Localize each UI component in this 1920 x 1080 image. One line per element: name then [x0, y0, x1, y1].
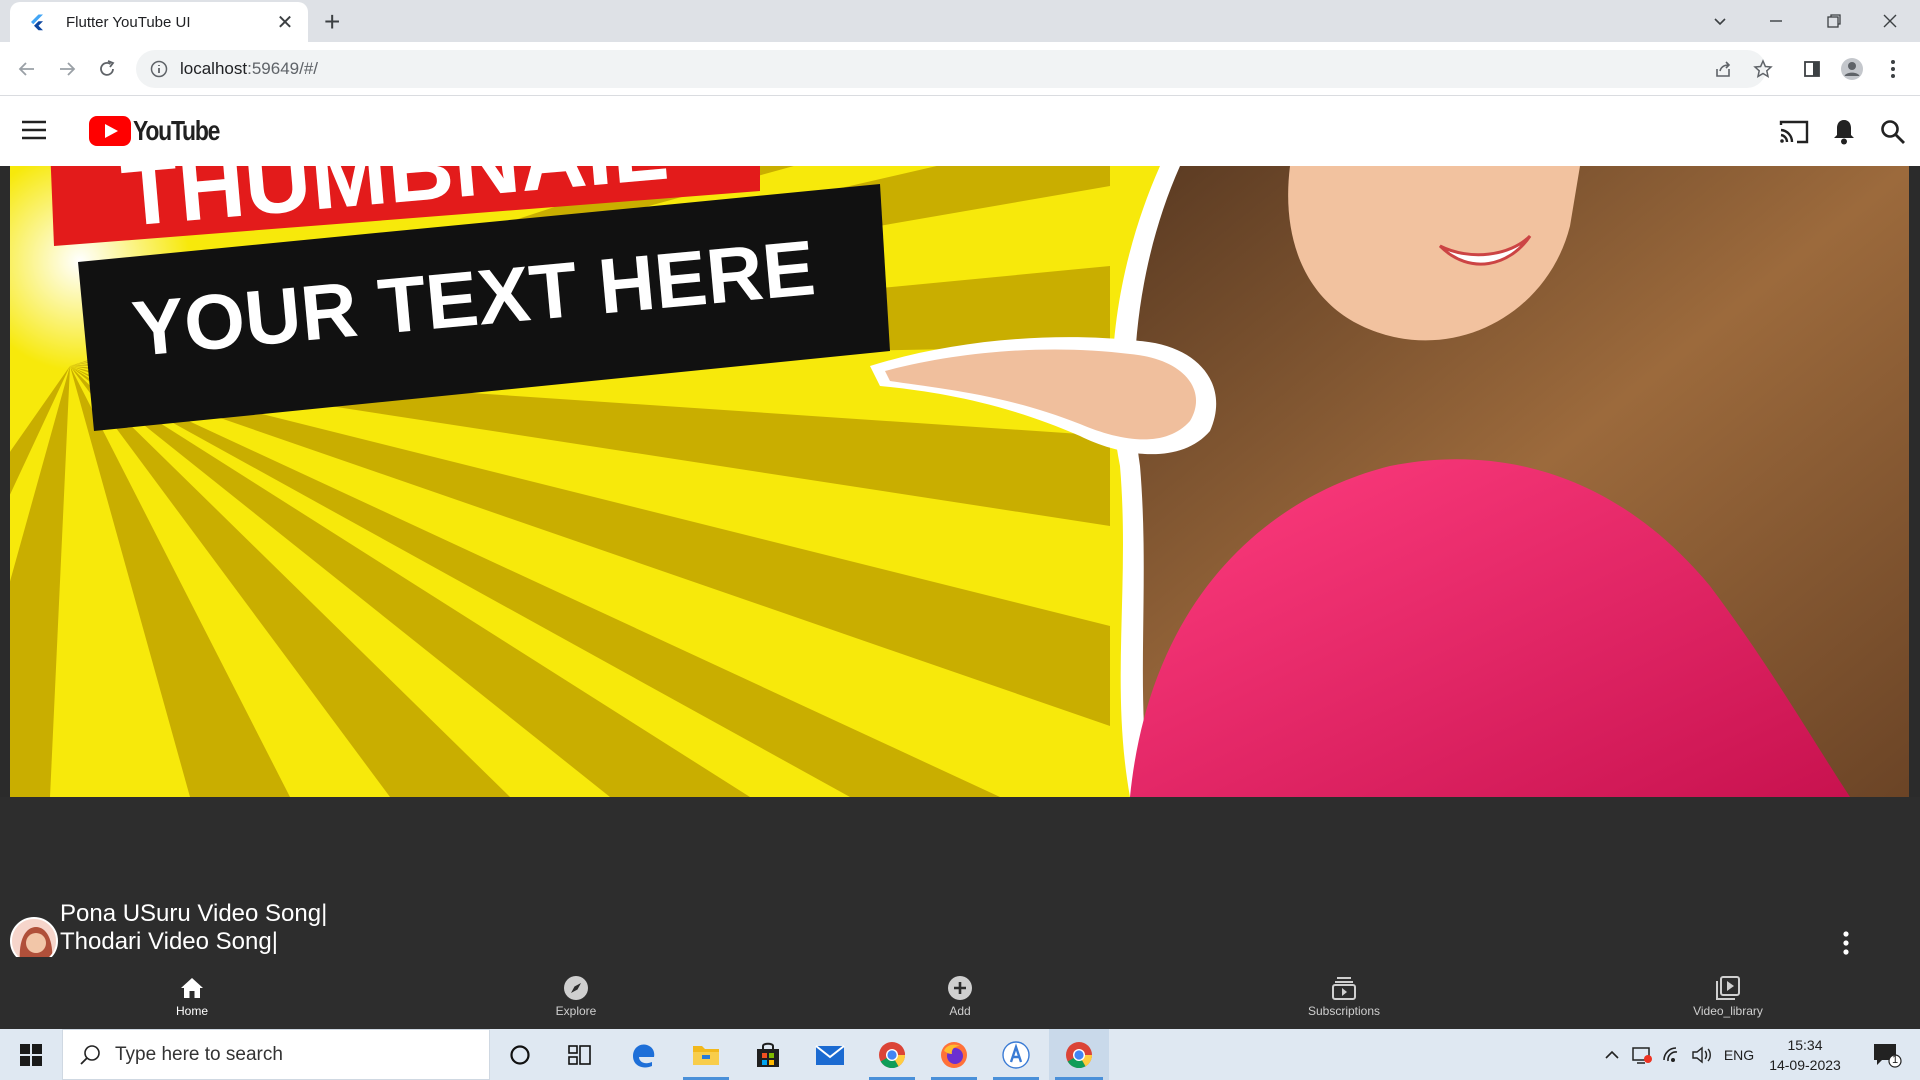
- tab-search-icon[interactable]: [1692, 0, 1748, 42]
- restore-icon[interactable]: [1806, 0, 1862, 42]
- video-title-line1: Pona USuru Video Song|: [60, 900, 328, 927]
- nav-home[interactable]: Home: [117, 957, 267, 1029]
- share-icon[interactable]: [1710, 56, 1736, 82]
- nav-subscriptions-label: Subscriptions: [1307, 1004, 1381, 1018]
- nav-home-label: Home: [175, 1004, 208, 1018]
- chrome-icon[interactable]: [863, 1029, 921, 1080]
- back-icon[interactable]: [10, 52, 44, 86]
- profile-avatar-icon[interactable]: [1839, 56, 1865, 82]
- app-bar: YouTube: [0, 96, 1920, 166]
- site-info-icon[interactable]: [150, 60, 168, 78]
- tab-close-icon[interactable]: ✕: [274, 10, 296, 35]
- nav-video-library[interactable]: Video_library: [1653, 957, 1803, 1029]
- subscriptions-icon: [1330, 974, 1358, 1002]
- nav-add[interactable]: Add: [885, 957, 1035, 1029]
- taskbar-search-icon: [80, 1044, 100, 1065]
- notification-center-icon[interactable]: 1: [1862, 1029, 1912, 1080]
- browser-tabstrip: Flutter YouTube UI ✕ +: [0, 0, 1920, 42]
- minimize-icon[interactable]: [1748, 0, 1804, 42]
- youtube-logo[interactable]: YouTube: [89, 115, 238, 147]
- new-tab-icon[interactable]: +: [324, 6, 340, 38]
- browser-tab[interactable]: Flutter YouTube UI ✕: [10, 2, 308, 42]
- video-details: Pona USuru Video Song| Thodari Video Son…: [0, 797, 1920, 965]
- video-title-line2: Thodari Video Song|: [60, 928, 278, 955]
- bookmark-star-icon[interactable]: [1750, 56, 1776, 82]
- hamburger-menu-icon[interactable]: [20, 118, 48, 147]
- close-window-icon[interactable]: [1862, 0, 1918, 42]
- side-panel-icon[interactable]: [1799, 56, 1825, 82]
- tab-title: Flutter YouTube UI: [66, 13, 191, 31]
- logo-text: YouTube: [133, 115, 220, 146]
- bottom-navigation: Home Explore Add Subscriptions Video_lib…: [0, 957, 1920, 1029]
- nav-subscriptions[interactable]: Subscriptions: [1269, 957, 1419, 1029]
- cortana-icon[interactable]: [491, 1029, 549, 1080]
- taskbar-search-box[interactable]: Type here to search: [62, 1029, 490, 1080]
- file-explorer-icon[interactable]: [677, 1029, 735, 1080]
- home-icon: [178, 974, 206, 1002]
- explore-icon: [562, 974, 590, 1002]
- youtube-play-icon: [89, 116, 131, 146]
- cast-icon[interactable]: [1779, 119, 1809, 150]
- windows-start-icon[interactable]: [2, 1029, 60, 1080]
- search-icon[interactable]: [1880, 119, 1906, 150]
- task-view-icon[interactable]: [551, 1029, 609, 1080]
- clock-time: 15:34: [1787, 1036, 1823, 1053]
- reload-icon[interactable]: [90, 52, 124, 86]
- video-thumbnail[interactable]: THUMBNAIL YOUR TEXT HERE: [10, 166, 1909, 797]
- vscode-icon[interactable]: [987, 1029, 1045, 1080]
- firefox-icon[interactable]: [925, 1029, 983, 1080]
- address-bar[interactable]: localhost:59649/#/: [136, 50, 1766, 88]
- forward-icon[interactable]: [50, 52, 84, 86]
- windows-taskbar: Type here to search ENG 15:34 14-09-2023…: [0, 1029, 1920, 1080]
- flutter-icon: [31, 14, 43, 31]
- nav-add-label: Add: [949, 1004, 971, 1018]
- add-circle-icon: [946, 974, 974, 1002]
- microsoft-store-icon[interactable]: [739, 1029, 797, 1080]
- chrome-active-icon[interactable]: [1049, 1029, 1109, 1080]
- volume-icon[interactable]: [1687, 1029, 1717, 1080]
- wifi-icon[interactable]: [1657, 1029, 1687, 1080]
- language-indicator[interactable]: ENG: [1719, 1029, 1759, 1080]
- clock-date: 14-09-2023: [1769, 1056, 1841, 1073]
- nav-explore[interactable]: Explore: [501, 957, 651, 1029]
- url-text: localhost:59649/#/: [180, 59, 319, 78]
- video-library-icon: [1714, 974, 1742, 1002]
- browser-menu-icon[interactable]: [1880, 56, 1906, 82]
- thumbnail-artwork: THUMBNAIL YOUR TEXT HERE: [10, 166, 1909, 797]
- notification-count: 1: [1892, 1054, 1899, 1066]
- show-hidden-icons-icon[interactable]: [1597, 1029, 1627, 1080]
- meet-now-icon[interactable]: [1627, 1029, 1657, 1080]
- taskbar-search-placeholder: Type here to search: [115, 1043, 283, 1065]
- mail-icon[interactable]: [801, 1029, 859, 1080]
- clock[interactable]: 15:34 14-09-2023: [1760, 1029, 1850, 1080]
- nav-explore-label: Explore: [555, 1004, 597, 1018]
- nav-video-library-label: Video_library: [1693, 1004, 1763, 1018]
- browser-toolbar: localhost:59649/#/: [0, 42, 1920, 96]
- notifications-bell-icon[interactable]: [1831, 117, 1857, 150]
- edge-icon[interactable]: [614, 1029, 672, 1080]
- video-title[interactable]: Pona USuru Video Song| Thodari Video Son…: [60, 900, 327, 956]
